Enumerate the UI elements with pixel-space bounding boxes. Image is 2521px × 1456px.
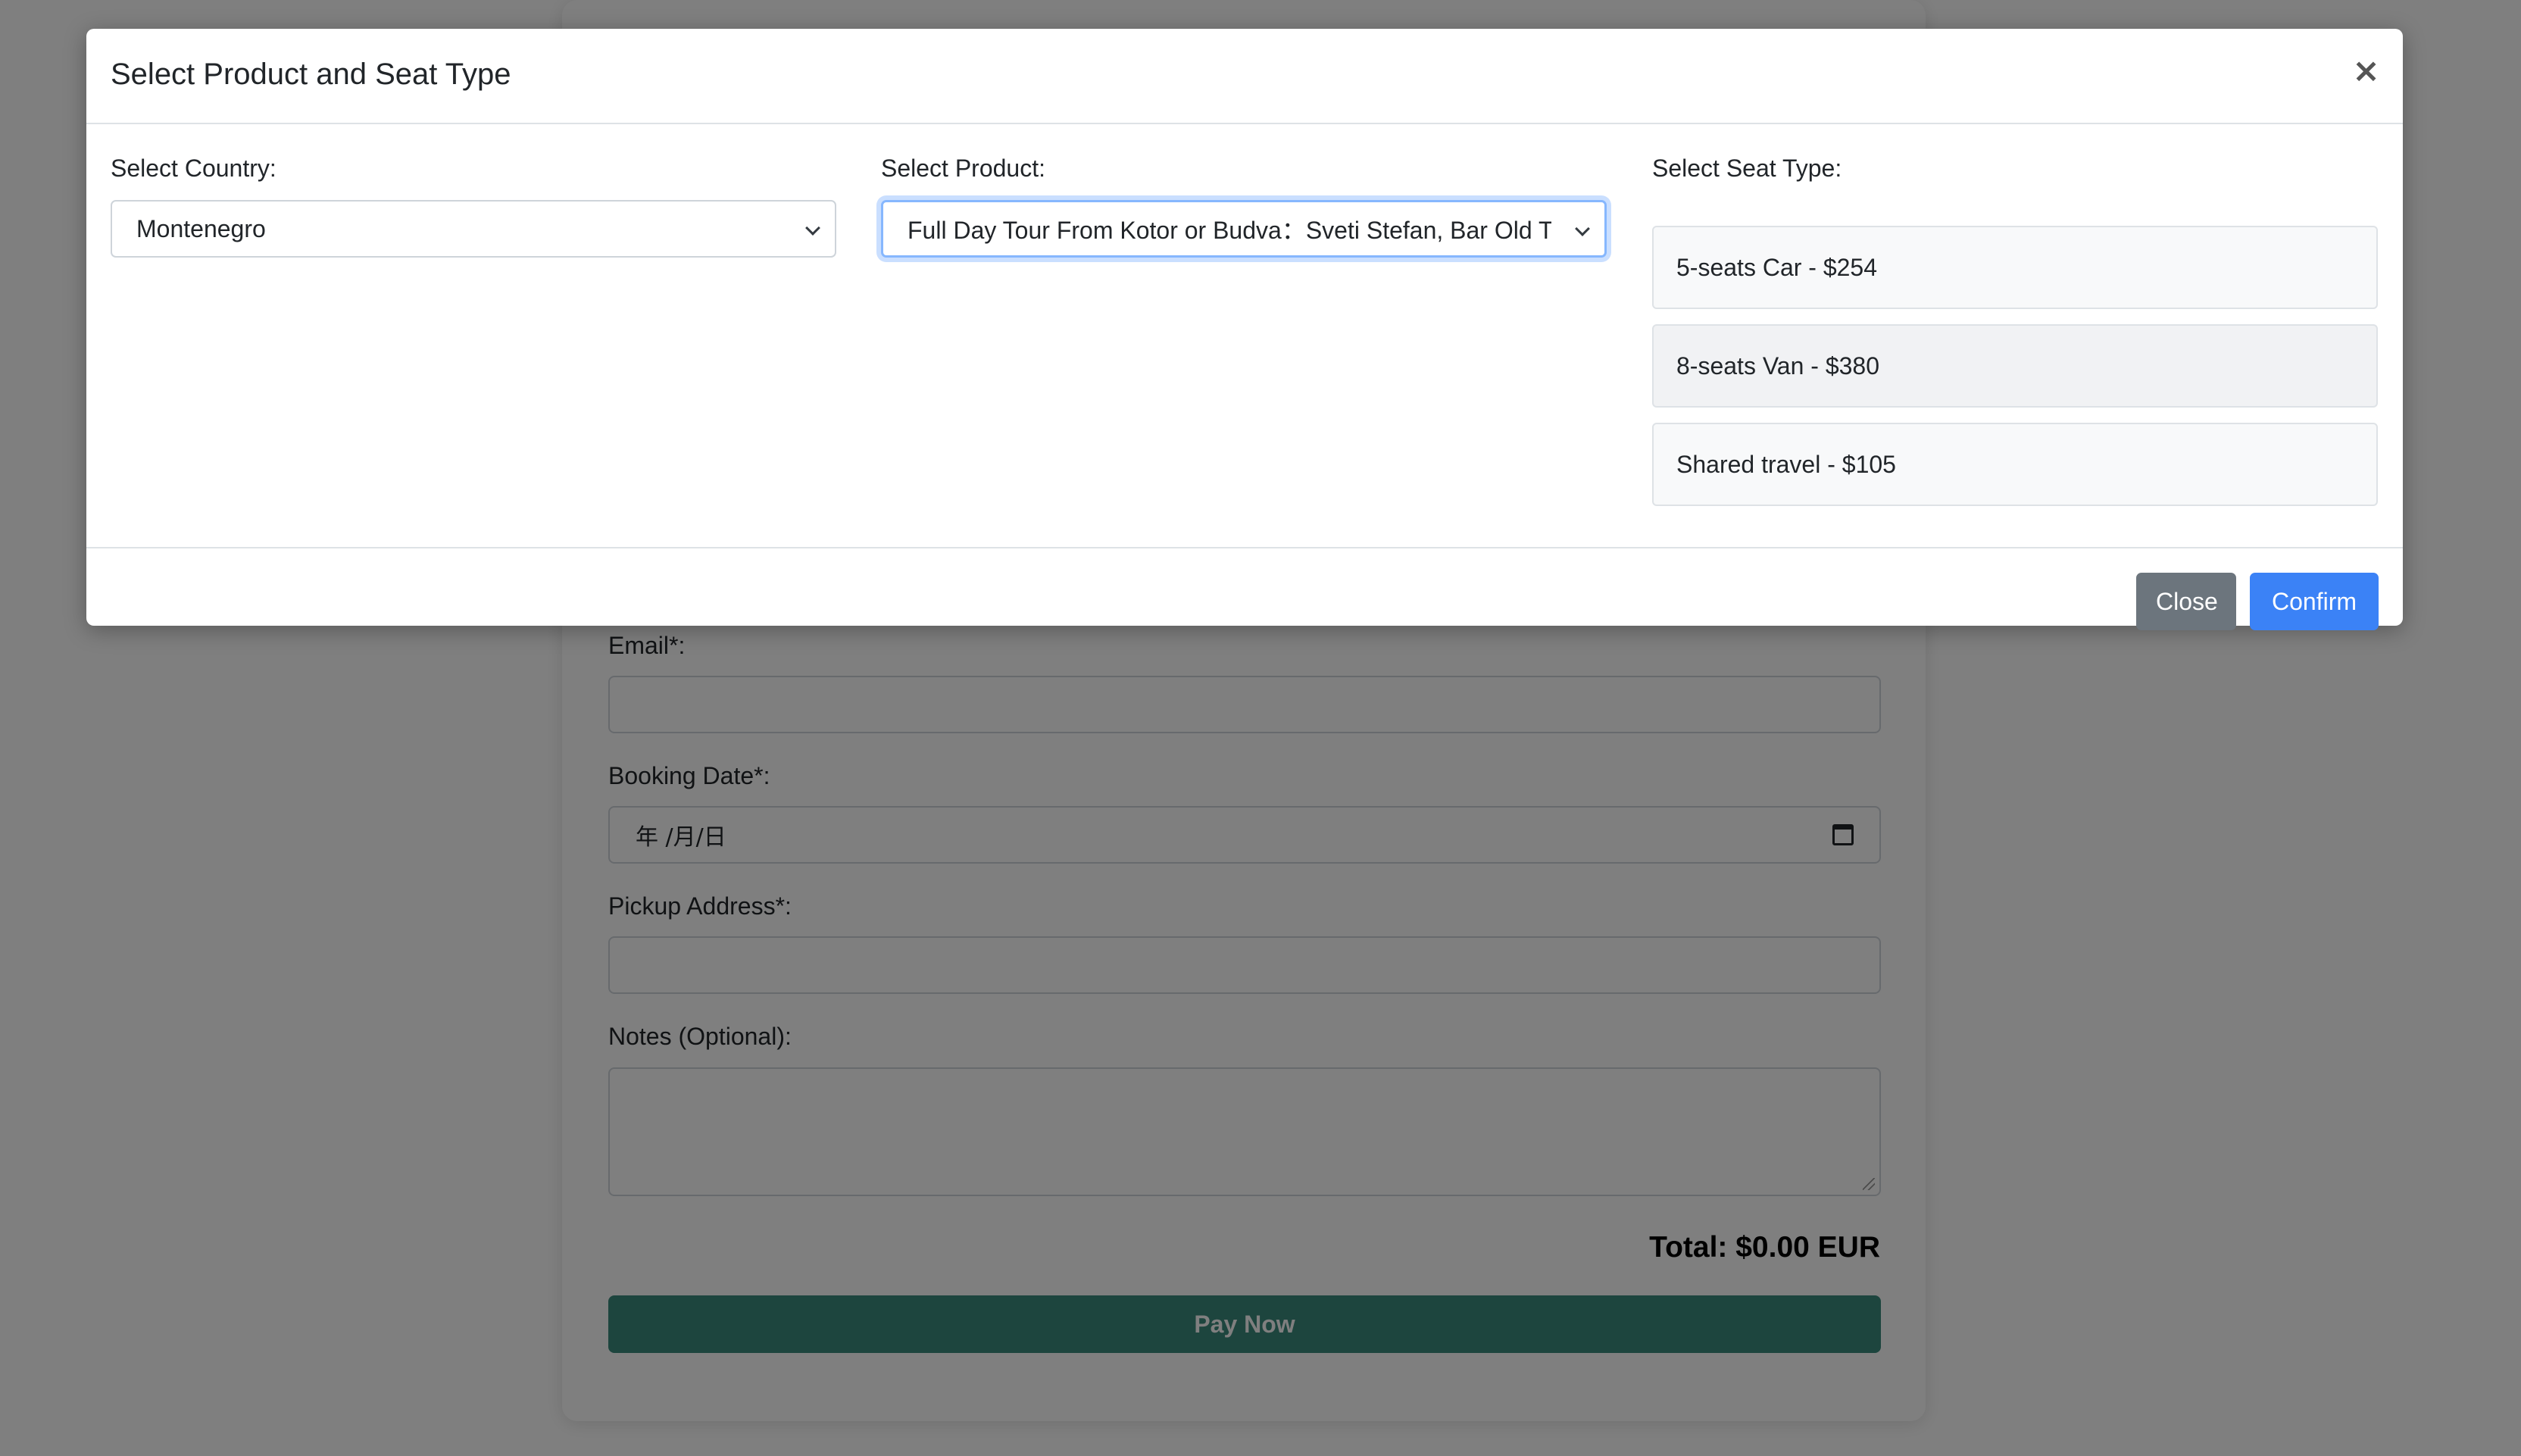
seat-type-label: Select Seat Type: bbox=[1652, 155, 1842, 182]
product-seat-modal: Select Product and Seat Type × Select Co… bbox=[86, 29, 2403, 630]
modal-header: Select Product and Seat Type × bbox=[86, 29, 2403, 124]
close-icon[interactable]: × bbox=[2352, 55, 2380, 88]
close-button[interactable]: Close bbox=[2136, 573, 2236, 630]
chevron-down-icon bbox=[805, 220, 820, 236]
modal-body: Select Country: Montenegro Select Produc… bbox=[86, 124, 2403, 548]
country-label: Select Country: bbox=[111, 155, 276, 182]
seat-option-car[interactable]: 5-seats Car - $254 bbox=[1652, 226, 2378, 309]
modal-title: Select Product and Seat Type bbox=[111, 58, 511, 91]
product-select-value: Full Day Tour From Kotor or Budva：Sveti … bbox=[907, 217, 1551, 244]
product-label: Select Product: bbox=[881, 155, 1045, 182]
seat-option-shared[interactable]: Shared travel - $105 bbox=[1652, 423, 2378, 506]
chevron-down-icon bbox=[1575, 221, 1590, 236]
country-select[interactable]: Montenegro bbox=[111, 200, 836, 258]
product-select[interactable]: Full Day Tour From Kotor or Budva：Sveti … bbox=[881, 200, 1607, 258]
seat-option-van[interactable]: 8-seats Van - $380 bbox=[1652, 324, 2378, 408]
country-select-value: Montenegro bbox=[136, 214, 266, 242]
modal-footer: Close Confirm bbox=[86, 548, 2403, 630]
confirm-button[interactable]: Confirm bbox=[2250, 573, 2379, 630]
